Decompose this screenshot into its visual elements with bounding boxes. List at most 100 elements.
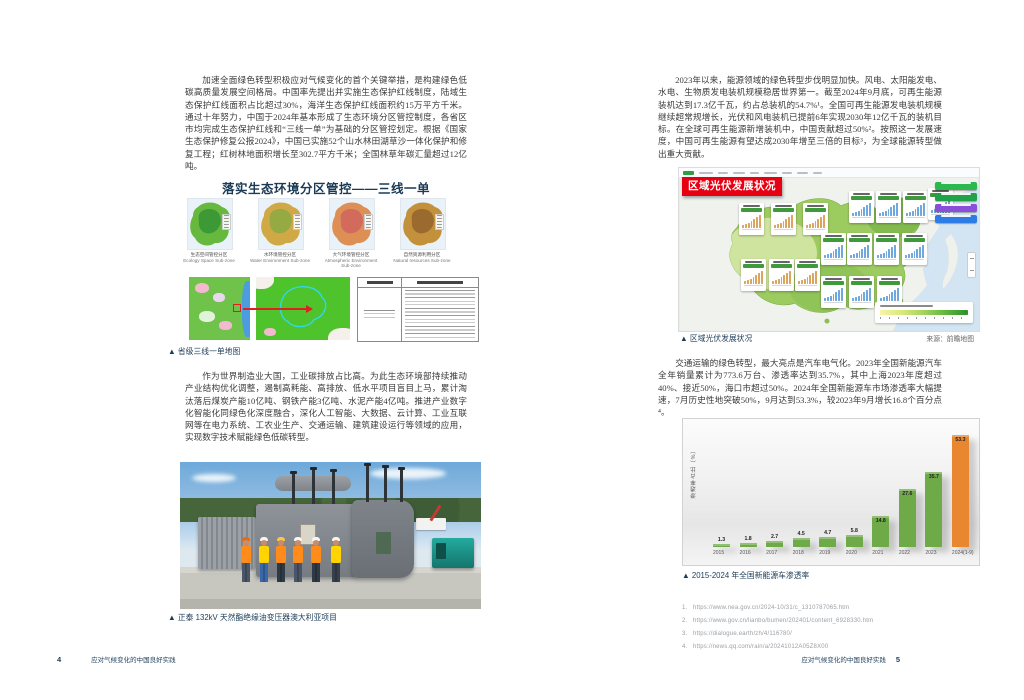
bar-value-label: 4.5 bbox=[797, 531, 805, 537]
pv-province-card bbox=[739, 203, 764, 235]
worker-figure bbox=[310, 534, 322, 596]
map-legend bbox=[364, 214, 373, 230]
bar-2023: 35.7 bbox=[925, 472, 943, 547]
worker-figure bbox=[258, 534, 270, 596]
map-layer-button[interactable] bbox=[935, 193, 977, 201]
bar-x-label: 2021 bbox=[872, 550, 884, 556]
zoom-source-marker bbox=[233, 303, 241, 312]
pv-map-source: 来源：前瞻地图 bbox=[926, 336, 974, 343]
footnote: 2. https://www.gov.cn/lianbo/bumen/202401… bbox=[682, 615, 873, 628]
pv-province-card bbox=[803, 203, 828, 235]
bar-2021: 14.8 bbox=[872, 516, 890, 547]
chart-bar-group: 1.8 2016 bbox=[739, 427, 757, 556]
pv-province-card bbox=[849, 191, 874, 223]
chart-bar-group: 4.5 2018 bbox=[792, 427, 810, 556]
map-legend bbox=[222, 214, 231, 230]
pv-province-card bbox=[876, 191, 901, 223]
worker-figure bbox=[275, 534, 287, 596]
footnote-link[interactable]: https://www.nea.gov.cn/2024-10/31/c_1310… bbox=[693, 602, 849, 615]
zone-map-ecology: 生态空间管控分区 Ecology Space Sub-zone bbox=[183, 198, 235, 269]
map-layer-buttons bbox=[935, 179, 977, 225]
maps-figure-caption: ▲ 省级三线一单地图 bbox=[168, 347, 241, 356]
bar-value-label: 1.8 bbox=[744, 536, 752, 542]
nev-chart-plot: 1.3 2015 1.8 2016 2.7 2017 4.5 2018 4.7 2019 5.8 20… bbox=[713, 427, 974, 556]
bar-2019 bbox=[819, 537, 837, 547]
paragraph-transport: 交通运输的绿色转型，最大亮点是汽车电气化。2023年全国新能源汽车全年销量累计为… bbox=[658, 358, 942, 418]
footnote: 4. https://news.qq.com/rain/a/20241012A05… bbox=[682, 641, 873, 654]
bar-x-label: 2015 bbox=[713, 550, 725, 556]
pv-province-card bbox=[771, 203, 796, 235]
page-number: 4 bbox=[57, 655, 62, 664]
map-layer-button[interactable] bbox=[935, 182, 977, 190]
chart-bar-group: 27.6 2022 bbox=[898, 427, 916, 556]
section-heading: 落实生态环境分区管控——三线一单 bbox=[221, 182, 430, 196]
chart-bar-group: 53.3 2024(1-9) bbox=[951, 427, 974, 556]
landuse-overview-map bbox=[189, 276, 250, 340]
map-zoom-control[interactable] bbox=[967, 252, 976, 278]
pv-province-card bbox=[821, 276, 846, 308]
bar-value-label: 27.6 bbox=[902, 491, 913, 497]
bar-x-label: 2017 bbox=[766, 550, 778, 556]
map-layer-button[interactable] bbox=[935, 204, 977, 212]
pv-province-card bbox=[902, 233, 927, 265]
footer-title: 应对气候变化的中国良好实践 bbox=[91, 657, 176, 664]
pv-map-caption: ▲ 区域光伏发展状况 bbox=[680, 334, 753, 343]
zone-map-caption-en: Water Environment Sub-zone bbox=[249, 257, 311, 263]
footnote: 1. https://www.nea.gov.cn/2024-10/31/c_13… bbox=[682, 602, 873, 615]
map-logo bbox=[683, 170, 694, 175]
chart-bar-group: 1.3 2015 bbox=[713, 427, 730, 556]
footer-left: 4 应对气候变化的中国良好实践 bbox=[57, 654, 176, 664]
bar-2020 bbox=[845, 535, 863, 547]
chart-bar-group: 5.8 2020 bbox=[845, 427, 863, 556]
chart-bar-group: 2.7 2017 bbox=[766, 427, 784, 556]
bar-2015 bbox=[713, 544, 730, 547]
bar-x-label: 2019 bbox=[819, 550, 831, 556]
chart-y-axis-label: 渗透率占比（%） bbox=[691, 447, 697, 499]
bar-2022: 27.6 bbox=[898, 489, 916, 547]
transformer-project-photo bbox=[180, 462, 481, 609]
footnote-link[interactable]: https://www.gov.cn/lianbo/bumen/202401/c… bbox=[693, 615, 873, 628]
generator-unit bbox=[432, 538, 474, 568]
bar-value-label: 35.7 bbox=[928, 474, 939, 480]
bar-value-label: 2.7 bbox=[770, 534, 779, 540]
nev-penetration-chart: 渗透率占比（%） 1.3 2015 1.8 2016 2.7 2017 4.5 2018 4.7… bbox=[682, 418, 980, 566]
control-requirements-table bbox=[357, 276, 479, 342]
zone-map-caption-en: Atmospheric Environment Sub-zone bbox=[324, 257, 378, 269]
zone-detail-row bbox=[185, 276, 479, 342]
map-legend bbox=[435, 214, 444, 230]
footnote: 3. https://dialogue.earth/zh/4/116780/ bbox=[682, 628, 873, 641]
regional-pv-map: 区域光伏发展状况 bbox=[678, 167, 980, 332]
bar-2017 bbox=[766, 541, 784, 547]
paragraph-industry: 作为世界制造业大国，工业碳排放占比高。为此生态环境部持续推动产业结构优化调整，遏… bbox=[185, 371, 467, 443]
footnote-link[interactable]: https://dialogue.earth/zh/4/116780/ bbox=[693, 628, 792, 641]
worker-figure bbox=[292, 534, 304, 596]
pv-map-badge: 区域光伏发展状况 bbox=[682, 177, 782, 196]
paragraph-green-transition: 加速全面绿色转型积极应对气候变化的首个关键举措，是构建绿色低碳高质量发展空间格局… bbox=[185, 75, 467, 172]
bar-value-label: 14.8 bbox=[875, 518, 886, 524]
pv-province-card bbox=[821, 233, 846, 265]
bar-value-label: 1.3 bbox=[717, 537, 726, 543]
bar-value-label: 5.8 bbox=[850, 528, 858, 534]
zone-map-resources: 自然资源利用分区 Natural resources Sub-zone bbox=[393, 198, 451, 269]
map-layer-button[interactable] bbox=[935, 215, 977, 223]
footnote-list: 1. https://www.nea.gov.cn/2024-10/31/c_13… bbox=[682, 602, 873, 654]
worker-figure bbox=[240, 534, 252, 596]
footnote-link[interactable]: https://news.qq.com/rain/a/20241012A05Z8… bbox=[693, 641, 828, 654]
bar-value-label: 4.7 bbox=[824, 530, 832, 536]
bar-x-label: 2023 bbox=[925, 550, 937, 556]
bar-x-label: 2016 bbox=[739, 550, 751, 556]
bar-2018 bbox=[792, 538, 810, 547]
zoom-arrow bbox=[243, 304, 313, 313]
page-number: 5 bbox=[895, 655, 900, 664]
pv-province-card bbox=[741, 259, 766, 291]
zone-map-caption-en: Natural resources Sub-zone bbox=[393, 257, 451, 263]
chart-bar-group: 14.8 2021 bbox=[872, 427, 890, 556]
zone-map-caption-en: Ecology Space Sub-zone bbox=[183, 257, 235, 263]
chart-caption: ▲ 2015-2024 年全国新能源车渗透率 bbox=[682, 571, 810, 580]
bar-2016 bbox=[739, 543, 757, 547]
bar-2024(1-9): 53.3 bbox=[951, 435, 969, 547]
bar-x-label: 2024(1-9) bbox=[951, 550, 974, 556]
bar-x-label: 2022 bbox=[898, 550, 910, 556]
bar-value-label: 53.3 bbox=[955, 437, 966, 443]
pv-province-card bbox=[849, 276, 874, 308]
